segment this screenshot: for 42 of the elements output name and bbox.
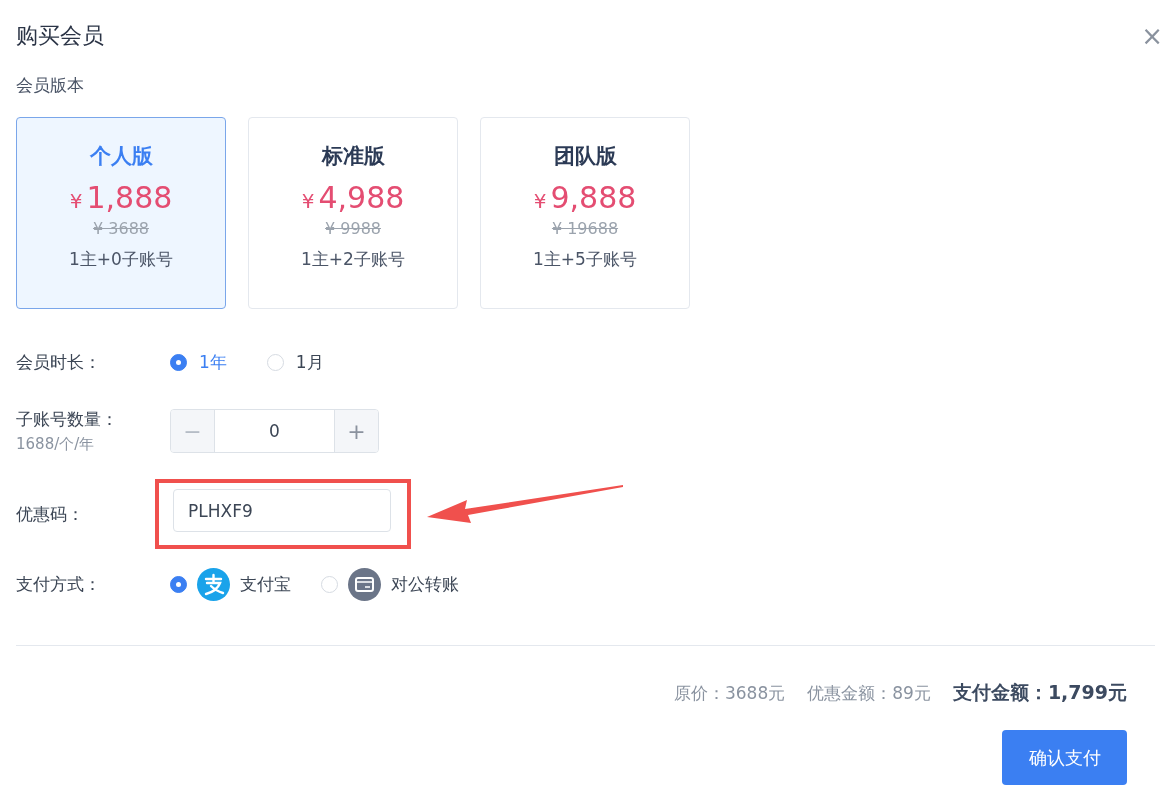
plan-price: 1,888 bbox=[86, 180, 173, 215]
plan-card[interactable]: 团队版 ¥9,888 ¥ 19688 1主+5子账号 bbox=[480, 117, 690, 309]
radio-button[interactable] bbox=[170, 576, 187, 593]
payment-total: 支付金额：1,799元 bbox=[952, 680, 1127, 705]
card-icon bbox=[348, 568, 381, 601]
field-label: 优惠码： bbox=[16, 502, 84, 526]
option-label: 1月 bbox=[295, 351, 324, 374]
plan-accounts: 1主+0子账号 bbox=[69, 248, 173, 271]
payment-option[interactable]: 对公转账 bbox=[321, 568, 459, 601]
option-label: 支付宝 bbox=[240, 573, 291, 596]
section-label: 会员版本 bbox=[16, 74, 85, 97]
plan-name: 个人版 bbox=[89, 143, 153, 170]
option-label: 1年 bbox=[199, 351, 227, 374]
coupon-input[interactable]: PLHXF9 bbox=[173, 489, 391, 532]
price-hint: 1688/个/年 bbox=[16, 435, 96, 454]
alipay-icon bbox=[197, 568, 230, 601]
original-price: ¥ 19688 bbox=[551, 219, 619, 238]
plan-name: 标准版 bbox=[321, 143, 385, 170]
dialog-title: 购买会员 bbox=[16, 22, 104, 50]
duration-option[interactable]: 1年 bbox=[170, 351, 227, 374]
original-total: 原价：3688元 bbox=[674, 682, 786, 705]
original-price: ¥ 3688 bbox=[93, 219, 149, 238]
confirm-payment-button[interactable]: 确认支付 bbox=[1002, 730, 1127, 785]
plan-card[interactable]: 个人版 ¥1,888 ¥ 3688 1主+0子账号 bbox=[16, 117, 226, 309]
field-label: 会员时长： bbox=[16, 351, 101, 374]
field-label: 子账号数量： bbox=[16, 408, 119, 431]
currency-symbol: ¥ bbox=[301, 189, 315, 213]
plan-price: 9,888 bbox=[550, 180, 637, 215]
original-price: ¥ 9988 bbox=[325, 219, 381, 238]
field-label: 支付方式： bbox=[16, 573, 101, 596]
currency-symbol: ¥ bbox=[69, 189, 83, 213]
plan-card[interactable]: 标准版 ¥4,988 ¥ 9988 1主+2子账号 bbox=[248, 117, 458, 309]
radio-button[interactable] bbox=[170, 354, 187, 371]
payment-option[interactable]: 支付宝 bbox=[170, 568, 291, 601]
plan-price: 4,988 bbox=[318, 180, 405, 215]
duration-option[interactable]: 1月 bbox=[266, 351, 324, 374]
plan-name: 团队版 bbox=[553, 143, 617, 170]
plan-accounts: 1主+5子账号 bbox=[533, 248, 637, 271]
discount-amount: 优惠金额：89元 bbox=[807, 682, 931, 705]
currency-symbol: ¥ bbox=[533, 189, 547, 213]
plan-accounts: 1主+2子账号 bbox=[301, 248, 405, 271]
option-label: 对公转账 bbox=[391, 573, 459, 596]
